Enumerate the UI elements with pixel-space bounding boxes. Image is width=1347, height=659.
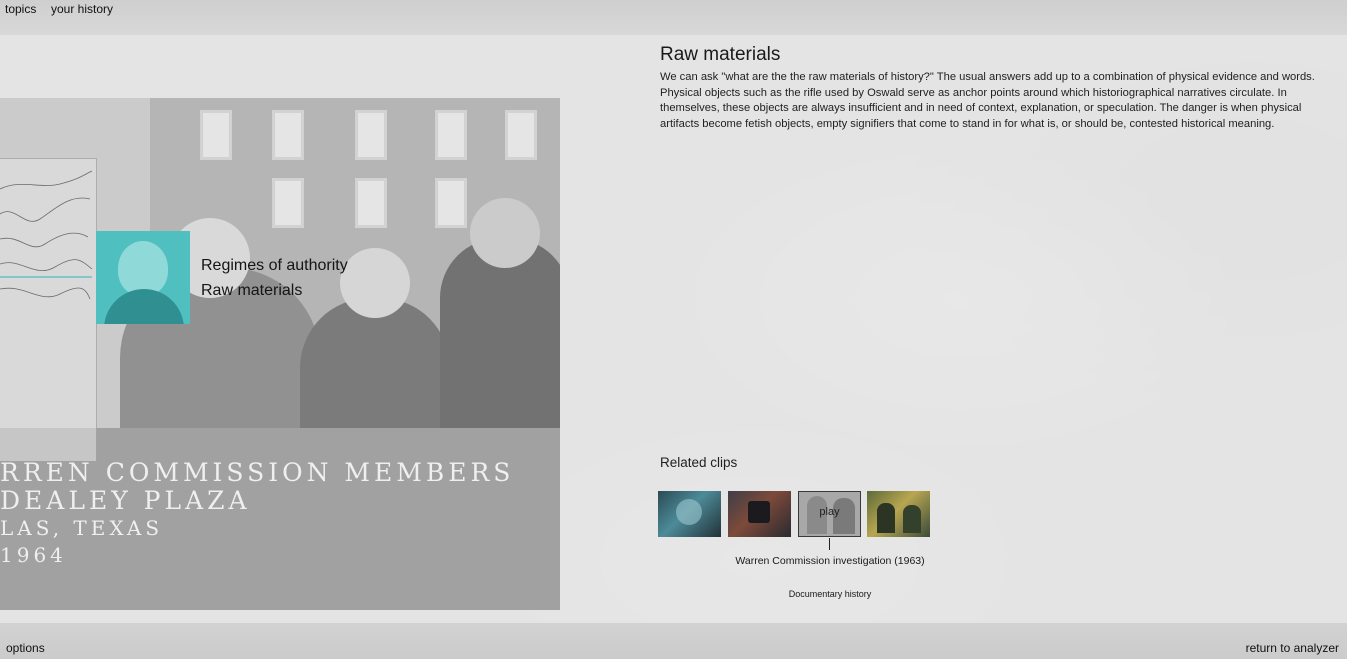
portrait-head (118, 241, 168, 296)
clip-image-detail (748, 501, 770, 523)
bottom-bar: options return to analyzer (0, 623, 1347, 659)
related-clip-selected[interactable]: play (798, 491, 861, 537)
video-caption-line: 1964 (0, 543, 67, 567)
play-button[interactable]: play (799, 506, 860, 518)
top-nav-bar: topics your history (0, 0, 1347, 35)
video-caption-line: RREN COMMISSION MEMBERS (0, 458, 515, 487)
topic-thumbnail[interactable] (96, 231, 190, 324)
nav-history-link[interactable]: your history (51, 2, 113, 16)
related-clips-heading: Related clips (660, 455, 738, 470)
topic-map-lines (0, 170, 93, 300)
article-title: Raw materials (660, 44, 781, 65)
topic-item-raw-materials[interactable]: Raw materials (201, 282, 302, 300)
article-body: We can ask "what are the the raw materia… (660, 71, 1315, 130)
clip-image-detail (903, 505, 921, 533)
portrait-shoulders (104, 289, 184, 324)
clip-pointer-line (829, 538, 830, 550)
video-caption-line: LAS, TEXAS (0, 516, 164, 540)
selected-clip-caption: Warren Commission investigation (1963) (735, 555, 925, 567)
options-link[interactable]: options (6, 641, 45, 655)
nav-topics-link[interactable]: topics (5, 2, 36, 16)
clip-image-detail (676, 499, 702, 525)
video-caption-line: DEALEY PLAZA (0, 486, 251, 515)
topic-item-regimes-of-authority[interactable]: Regimes of authority (201, 257, 348, 275)
clip-image-detail (877, 503, 895, 533)
related-clip-thumbnail[interactable] (867, 491, 930, 537)
return-to-analyzer-link[interactable]: return to analyzer (1246, 641, 1339, 655)
related-clip-thumbnail[interactable] (728, 491, 791, 537)
clip-category-label: Documentary history (788, 589, 872, 599)
related-clip-thumbnail[interactable] (658, 491, 721, 537)
topic-map-panel[interactable] (0, 158, 97, 461)
